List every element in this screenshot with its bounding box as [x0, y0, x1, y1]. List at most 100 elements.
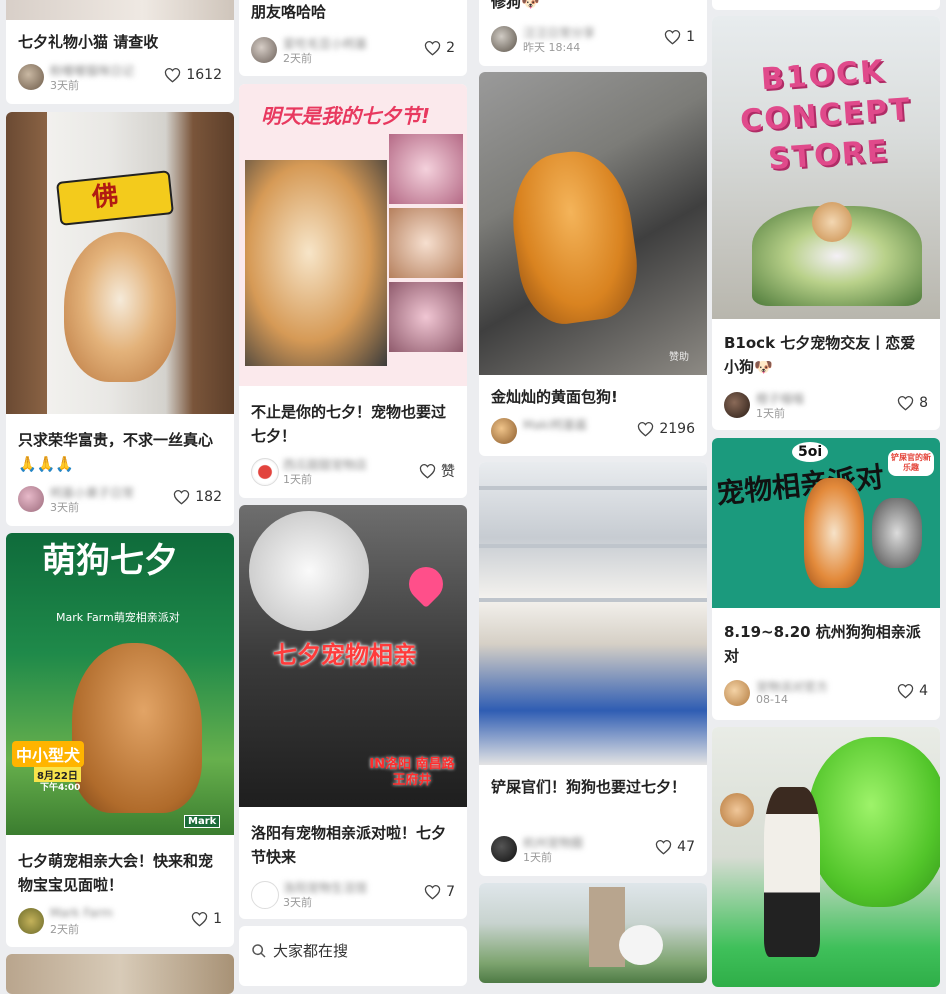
note-card[interactable]	[479, 883, 707, 983]
like-count: 1	[686, 29, 695, 45]
like-button[interactable]: 1612	[164, 67, 222, 83]
note-card[interactable]: 修狗🐶 汪汪日常分享 昨天 18:44 1	[479, 0, 707, 66]
note-cover-image: 宠物相亲派对 5oi 铲屎官的新乐趣	[712, 438, 940, 608]
note-card[interactable]	[6, 954, 234, 994]
note-card[interactable]: 赞助 金灿灿的黄面包狗! Maki柯基酱 2196	[479, 72, 707, 456]
note-title: 七夕礼物小猫 请查收	[18, 33, 159, 51]
post-time: 3天前	[283, 896, 312, 909]
like-count: 赞	[441, 464, 455, 480]
like-button[interactable]: 4	[897, 683, 928, 699]
like-count: 1	[213, 911, 222, 927]
note-card[interactable]: 明天是我的七夕节! 不止是你的七夕！宠物也要过七夕！ 西瓜甜甜宠物店 1天前 赞	[239, 84, 467, 498]
avatar[interactable]	[18, 908, 44, 934]
search-suggestion-card[interactable]: 大家都在搜	[239, 926, 467, 986]
dog-illustration	[64, 232, 176, 382]
avatar[interactable]	[251, 881, 279, 909]
avatar[interactable]	[491, 26, 517, 52]
brand-logo: 5oi	[792, 442, 829, 462]
avatar[interactable]	[18, 64, 44, 90]
note-card[interactable]: 佛 只求荣华富贵，不求一丝真心🙏🙏🙏 柯基小果子日常 3天前 182	[6, 112, 234, 526]
note-title: 洛阳有宠物相亲派对啦！七夕节快来	[251, 824, 447, 866]
like-count: 4	[919, 683, 928, 699]
note-meta: 洛阳宠物生活馆 3天前 7	[251, 879, 457, 909]
heart-icon	[191, 911, 208, 927]
note-meta: 杭州宠物圈 1天前 47	[491, 834, 697, 864]
dog-illustration	[503, 144, 645, 330]
author-name[interactable]: Maki柯基酱	[523, 416, 587, 433]
avatar[interactable]	[251, 458, 279, 486]
note-cover-image: 佛	[6, 112, 234, 414]
note-card[interactable]	[712, 0, 940, 10]
like-count: 182	[195, 489, 222, 505]
note-card[interactable]: B1OCK CONCEPT STORE B1ock 七夕宠物交友丨恋爱小狗🐶 橙…	[712, 16, 940, 430]
heart-icon	[174, 489, 190, 505]
like-count: 2	[446, 40, 455, 56]
search-label: 大家都在搜	[273, 942, 349, 960]
heart-icon	[424, 40, 441, 56]
heart-icon	[897, 683, 914, 699]
note-title: 金灿灿的黄面包狗!	[491, 388, 618, 406]
note-card[interactable]: 萌狗七夕 Mark Farm萌宠相亲派对 中小型犬 8月22日 下午4:00 M…	[6, 533, 234, 947]
heart-icon	[419, 463, 436, 479]
avatar[interactable]	[724, 392, 750, 418]
avatar[interactable]	[491, 836, 517, 862]
like-button[interactable]: 182	[173, 489, 222, 505]
note-cover-image	[6, 954, 234, 994]
like-button[interactable]: 赞	[419, 461, 455, 481]
search-suggestion[interactable]: 大家都在搜	[251, 940, 348, 961]
author-name[interactable]: Mark Farm	[50, 906, 113, 920]
post-time: 3天前	[50, 79, 79, 92]
like-count: 8	[919, 395, 928, 411]
photo-collage-main	[245, 160, 387, 366]
mall-floor-line	[479, 544, 707, 548]
note-cover-image	[479, 883, 707, 983]
person-figure	[764, 787, 820, 957]
avatar[interactable]	[491, 418, 517, 444]
post-time: 08-14	[756, 693, 788, 706]
like-count: 7	[446, 884, 455, 900]
search-icon	[252, 943, 266, 958]
avatar[interactable]	[251, 37, 277, 63]
note-cover-image: B1OCK CONCEPT STORE	[712, 16, 940, 319]
store-sign: B1OCK CONCEPT STORE	[739, 53, 913, 178]
note-cover-image: 萌狗七夕 Mark Farm萌宠相亲派对 中小型犬 8月22日 下午4:00 M…	[6, 533, 234, 835]
photo-collage-thumb	[389, 282, 463, 352]
note-card[interactable]: 铲屎官们！狗狗也要过七夕！ 杭州宠物圈 1天前 47	[479, 462, 707, 876]
note-card[interactable]: 七夕宠物相亲 IN洛阳 南昌路王府井 洛阳有宠物相亲派对啦！七夕节快来 洛阳宠物…	[239, 505, 467, 919]
poster-badge: 中小型犬	[12, 741, 85, 767]
note-cover-image	[6, 0, 234, 20]
like-button[interactable]: 47	[655, 839, 695, 855]
note-meta: 爱吃毛豆小柯基 2天前 2	[251, 35, 457, 65]
like-button[interactable]: 2196	[637, 421, 695, 437]
note-title: 七夕萌宠相亲大会！快来和宠物宝宝见面啦！	[18, 852, 214, 894]
note-meta: Maki柯基酱 2196	[491, 416, 697, 446]
like-button[interactable]: 8	[897, 395, 928, 411]
note-meta: 柯基小果子日常 3天前 182	[18, 484, 224, 514]
like-button[interactable]: 1	[191, 911, 222, 927]
poster-tag: 铲屎官的新乐趣	[888, 450, 934, 476]
poster-headline: 萌狗七夕	[42, 541, 178, 581]
note-meta: 西瓜甜甜宠物店 1天前 赞	[251, 456, 457, 486]
photo-collage-thumb	[389, 134, 463, 204]
avatar[interactable]	[18, 486, 44, 512]
note-card[interactable]: 朋友咯哈哈 爱吃毛豆小柯基 2天前 2	[239, 0, 467, 76]
like-count: 47	[677, 839, 695, 855]
like-button[interactable]: 2	[424, 40, 455, 56]
like-button[interactable]: 7	[424, 884, 455, 900]
sponsored-tag: 赞助	[669, 352, 689, 363]
note-cover-image	[479, 462, 707, 765]
dog-illustration	[249, 511, 369, 631]
like-button[interactable]: 1	[664, 29, 695, 45]
image-caption: 佛	[90, 180, 120, 214]
mall-floor-line	[479, 598, 707, 602]
note-card[interactable]: 七夕礼物小猫 请查收 粉嘟嘟猫咪日记 3天前 1612	[6, 0, 234, 104]
note-cover-image: 明天是我的七夕节!	[239, 84, 467, 386]
balloon-shape	[619, 925, 663, 965]
note-meta: 宠物派对官方 08-14 4	[724, 678, 930, 708]
note-card[interactable]	[712, 727, 940, 987]
poster-subtitle: Mark Farm萌宠相亲派对	[56, 611, 180, 624]
note-card[interactable]: 宠物相亲派对 5oi 铲屎官的新乐趣 8.19~8.20 杭州狗狗相亲派对 宠物…	[712, 438, 940, 720]
green-plush-sculpture	[808, 737, 940, 907]
poster-headline: 七夕宠物相亲	[273, 641, 417, 669]
avatar[interactable]	[724, 680, 750, 706]
